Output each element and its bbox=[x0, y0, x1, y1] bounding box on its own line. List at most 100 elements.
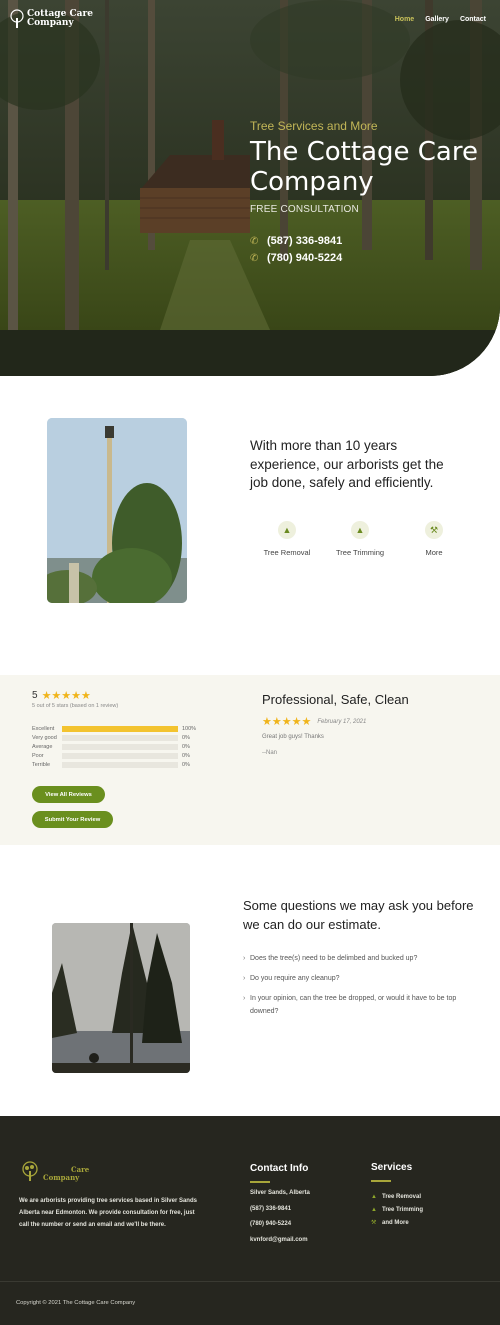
logo-line-2: Company bbox=[27, 18, 74, 28]
phone-icon: ✆ bbox=[250, 235, 259, 247]
question-item: › Do you require any cleanup? bbox=[243, 972, 468, 985]
contact-heading: Contact Info bbox=[250, 1163, 309, 1174]
question-text: Do you require any cleanup? bbox=[250, 975, 340, 982]
review-score: 5 ★★★★★ bbox=[32, 689, 91, 702]
question-text: In your opinion, can the tree be dropped… bbox=[250, 995, 457, 1015]
footer-service-item[interactable]: ⚒ and More bbox=[371, 1216, 423, 1229]
rating-percent: 0% bbox=[182, 761, 190, 768]
submit-review-button[interactable]: Submit Your Review bbox=[32, 811, 113, 828]
hero-phone-2[interactable]: ✆ (780) 940-5224 bbox=[250, 252, 490, 264]
question-item: › Does the tree(s) need to be delimbed a… bbox=[243, 952, 468, 965]
service-label: Tree Trimming bbox=[335, 548, 385, 557]
rating-label: Poor bbox=[32, 752, 44, 759]
footer-description: We are arborists providing tree services… bbox=[19, 1198, 197, 1228]
phone-number: (780) 940-5224 bbox=[267, 252, 343, 264]
nav-home[interactable]: Home bbox=[395, 16, 414, 23]
service-label: Tree Trimming bbox=[382, 1206, 424, 1213]
review-summary: 5 out of 5 stars (based on 1 review) bbox=[32, 703, 119, 709]
rating-label: Very good bbox=[32, 734, 57, 741]
star-rating-icon: ★★★★★ bbox=[262, 716, 312, 728]
hero-eyebrow: Tree Services and More bbox=[250, 119, 378, 133]
review-body: Great job guys! Thanks bbox=[262, 734, 324, 740]
tree-icon: ▲ bbox=[278, 521, 296, 539]
hero-content: Tree Services and More The Cottage Care … bbox=[250, 119, 490, 264]
rating-percent: 100% bbox=[182, 725, 197, 732]
rating-bar bbox=[62, 752, 178, 759]
contact-phone[interactable]: (587) 336-9841 bbox=[250, 1206, 310, 1222]
hammer-icon: ⚒ bbox=[371, 1220, 377, 1226]
rating-row: Poor 0% bbox=[32, 751, 196, 760]
service-tree-trimming[interactable]: ▲ Tree Trimming bbox=[330, 521, 390, 559]
contact-list: Silver Sands, Alberta (587) 336-9841 (78… bbox=[250, 1190, 310, 1252]
tree-climber-photo bbox=[47, 418, 187, 603]
star-rating-icon: ★★★★★ bbox=[41, 690, 91, 702]
rating-percent: 0% bbox=[182, 743, 190, 750]
rating-row: Terrible 0% bbox=[32, 760, 196, 769]
question-text: Does the tree(s) need to be delimbed and… bbox=[250, 955, 418, 962]
tree-icon: ▲ bbox=[371, 1206, 377, 1213]
footer-logo-text: Care Company bbox=[43, 1166, 89, 1182]
lake-trees-photo bbox=[52, 923, 190, 1073]
rating-label: Excellent bbox=[32, 725, 55, 732]
main-nav: Home Gallery Contact bbox=[395, 16, 486, 23]
chevron-right-icon: › bbox=[243, 975, 246, 982]
review-title: Professional, Safe, Clean bbox=[262, 692, 409, 707]
hero-title: The Cottage Care Company bbox=[250, 137, 478, 197]
service-label: and More bbox=[382, 1219, 409, 1226]
score-value: 5 bbox=[32, 690, 38, 701]
hero-section: Cottage Care Company Home Gallery Contac… bbox=[0, 0, 500, 376]
hero-subtitle: FREE CONSULTATION bbox=[250, 204, 359, 215]
chevron-right-icon: › bbox=[243, 955, 246, 962]
site-logo[interactable]: Cottage Care Company bbox=[9, 9, 93, 29]
chevron-right-icon: › bbox=[243, 995, 246, 1002]
rating-bar bbox=[62, 743, 178, 750]
rating-label: Terrible bbox=[32, 761, 51, 768]
heading-underline bbox=[250, 1181, 270, 1183]
phone-number: (587) 336-9841 bbox=[267, 235, 343, 247]
hero-phone-1[interactable]: ✆ (587) 336-9841 bbox=[250, 235, 490, 247]
contact-email[interactable]: kvnford@gmail.com bbox=[250, 1237, 310, 1253]
nav-gallery[interactable]: Gallery bbox=[425, 16, 449, 23]
review-meta: ★★★★★ February 17, 2021 bbox=[262, 715, 366, 728]
rating-bar bbox=[62, 725, 178, 732]
rating-bar bbox=[62, 734, 178, 741]
tree-icon: ▲ bbox=[371, 1193, 377, 1200]
rating-row: Average 0% bbox=[32, 742, 196, 751]
rating-row: Very good 0% bbox=[32, 733, 196, 742]
service-tree-removal[interactable]: ▲ Tree Removal bbox=[257, 521, 317, 559]
logo-line-2: Company bbox=[43, 1173, 80, 1182]
review-date: February 17, 2021 bbox=[317, 718, 367, 725]
questions-title: Some questions we may ask you before we … bbox=[243, 898, 474, 932]
footer-services-list: ▲ Tree Removal ▲ Tree Trimming ⚒ and Mor… bbox=[371, 1190, 423, 1229]
footer-service-item[interactable]: ▲ Tree Trimming bbox=[371, 1203, 423, 1216]
rating-row: Excellent 100% bbox=[32, 724, 196, 733]
rating-label: Average bbox=[32, 743, 53, 750]
service-more[interactable]: ⚒ More bbox=[404, 521, 464, 559]
phone-icon: ✆ bbox=[250, 252, 259, 264]
footer-logo[interactable]: Care Company bbox=[19, 1160, 89, 1182]
contact-phone[interactable]: (780) 940-5224 bbox=[250, 1221, 310, 1237]
service-label: Tree Removal bbox=[382, 1193, 422, 1200]
services-heading: Services bbox=[371, 1162, 413, 1173]
service-label: Tree Removal bbox=[263, 548, 311, 557]
review-author: --Nan bbox=[262, 750, 278, 756]
view-all-reviews-button[interactable]: View All Reviews bbox=[32, 786, 105, 803]
rating-breakdown: Excellent 100% Very good 0% Average 0% P… bbox=[32, 724, 196, 769]
footer-divider bbox=[0, 1281, 500, 1282]
tree-logo-icon bbox=[22, 1161, 38, 1181]
nav-contact[interactable]: Contact bbox=[460, 16, 486, 23]
hammer-icon: ⚒ bbox=[425, 521, 443, 539]
rating-bar-fill bbox=[62, 725, 178, 732]
footer-service-item[interactable]: ▲ Tree Removal bbox=[371, 1190, 423, 1203]
contact-address: Silver Sands, Alberta bbox=[250, 1190, 310, 1196]
rating-percent: 0% bbox=[182, 752, 190, 759]
rating-percent: 0% bbox=[182, 734, 190, 741]
tree-logo-icon bbox=[10, 9, 24, 28]
question-item: › In your opinion, can the tree be dropp… bbox=[243, 992, 468, 1018]
tree-icon: ▲ bbox=[351, 521, 369, 539]
rating-bar bbox=[62, 761, 178, 768]
logo-text: Cottage Care Company bbox=[27, 10, 93, 28]
heading-underline bbox=[371, 1180, 391, 1182]
service-label: More bbox=[425, 548, 443, 557]
copyright: Copyright © 2021 The Cottage Care Compan… bbox=[16, 1300, 136, 1306]
